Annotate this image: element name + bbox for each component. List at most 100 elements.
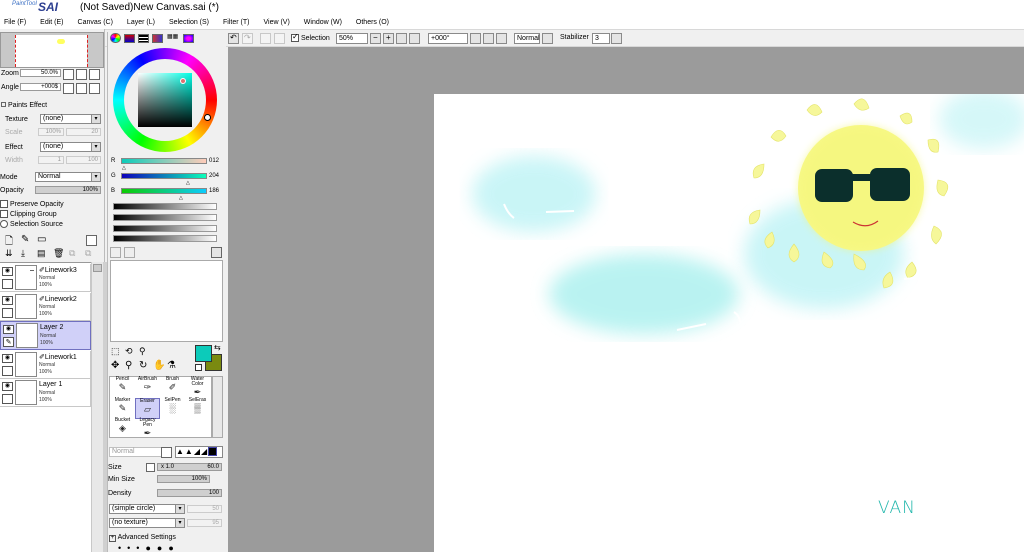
undo-button[interactable]: ↶ xyxy=(228,33,239,44)
blue-slider[interactable] xyxy=(121,188,207,194)
advanced-settings-toggle[interactable]: + Advanced Settings xyxy=(109,534,176,542)
layer-lock-toggle[interactable] xyxy=(2,279,13,289)
layer-item[interactable]: ◉ Layer 1 Normal 100% xyxy=(0,379,91,407)
menu-layer[interactable]: Layer (L) xyxy=(127,19,155,26)
gradient-bar-4[interactable] xyxy=(113,235,217,242)
apply-mask-icon[interactable]: ⧉ xyxy=(85,248,91,259)
scratchpad-button-2[interactable] xyxy=(124,247,135,258)
primary-color-swatch[interactable] xyxy=(195,345,212,362)
drawing-canvas[interactable]: VAN xyxy=(434,94,1024,552)
visibility-eye-icon[interactable]: ◉ xyxy=(3,325,14,334)
layer-item[interactable]: ◉ ✐Linework1 Normal 100% xyxy=(0,351,91,379)
redo-button[interactable]: ↷ xyxy=(242,33,253,44)
scratchpad-button-1[interactable] xyxy=(110,247,121,258)
menu-file[interactable]: File (F) xyxy=(4,19,26,26)
menu-view[interactable]: View (V) xyxy=(263,19,289,26)
nav-zoom-out-button[interactable] xyxy=(63,69,74,80)
menu-window[interactable]: Window (W) xyxy=(304,19,342,26)
color-wheel[interactable] xyxy=(113,48,217,152)
scratchpad-mode-icon[interactable] xyxy=(183,34,194,43)
nav-zoom-in-button[interactable] xyxy=(76,69,87,80)
scroll-up-button[interactable] xyxy=(93,264,102,272)
transparent-color-icon[interactable] xyxy=(195,364,202,371)
layer-item[interactable]: ◉ ✐Linework3 Normal 100% xyxy=(0,264,91,292)
edge-hard-icon[interactable] xyxy=(208,447,218,457)
navigator-preview[interactable] xyxy=(0,32,104,68)
rotate-cw-button[interactable] xyxy=(483,33,494,44)
magic-wand-icon[interactable]: ⚲ xyxy=(139,346,146,357)
tool-marker[interactable]: Marker ✎ xyxy=(110,398,135,419)
layer-lock-toggle[interactable] xyxy=(2,366,13,376)
selection-checkbox[interactable] xyxy=(291,32,299,42)
tool-water-color[interactable]: Water Color ✒ xyxy=(185,377,210,398)
move-icon[interactable]: ✥ xyxy=(111,360,119,371)
selection-toggle[interactable]: Selection xyxy=(291,32,330,42)
preserve-opacity-toggle[interactable]: Preserve Opacity xyxy=(0,200,64,208)
new-folder-icon[interactable]: ▭ xyxy=(37,234,46,245)
swatches-mode-icon[interactable]: ▦▦ xyxy=(167,34,180,43)
brush-blend-dropdown-arrow[interactable] xyxy=(161,447,172,458)
stabilizer-dropdown-button[interactable] xyxy=(611,33,622,44)
menu-selection[interactable]: Selection (S) xyxy=(169,19,209,26)
swap-colors-icon[interactable]: ⇆ xyxy=(214,343,221,352)
visibility-eye-icon[interactable]: ◉ xyxy=(2,267,13,276)
rect-select-icon[interactable]: ⬚ xyxy=(111,346,120,357)
layer-item-selected[interactable]: ◉ ✎ Layer 2 Normal 100% xyxy=(0,321,91,350)
deselect-button[interactable] xyxy=(260,33,271,44)
tool-seleras[interactable]: SelEras ▒ xyxy=(185,398,210,419)
tool-legacy-pen[interactable]: Legacy Pen ✒ xyxy=(135,418,160,439)
eyedropper-icon[interactable]: ⚗ xyxy=(167,360,176,371)
nav-rotate-cw-button[interactable] xyxy=(76,83,87,94)
red-slider[interactable] xyxy=(121,158,207,164)
width-slider[interactable]: 1 xyxy=(38,156,64,164)
layer-options-button[interactable] xyxy=(86,235,97,246)
color-picker-marker[interactable] xyxy=(180,78,186,84)
tool-grid-scrollbar[interactable] xyxy=(212,376,223,438)
rotate-ccw-button[interactable] xyxy=(470,33,481,44)
flip-button[interactable] xyxy=(542,33,553,44)
brush-shape-dropdown[interactable]: (simple circle) xyxy=(109,504,185,514)
tool-brush[interactable]: Brush ✐ xyxy=(160,377,185,398)
paints-effect-header[interactable]: Paints Effect xyxy=(1,102,47,109)
zoom-tool-icon[interactable]: ⚲ xyxy=(125,360,132,371)
rotate-reset-button[interactable] xyxy=(496,33,507,44)
blend-mode-field[interactable]: Normal xyxy=(514,33,540,44)
tool-bucket[interactable]: Bucket ◈ xyxy=(110,418,135,439)
width-num-slider[interactable]: 100 xyxy=(66,156,101,164)
tool-airbrush[interactable]: AirBrush ✑ xyxy=(135,377,160,398)
menu-canvas[interactable]: Canvas (C) xyxy=(78,19,113,26)
layer-lock-toggle[interactable] xyxy=(2,308,13,318)
rotate-tool-icon[interactable]: ↻ xyxy=(139,360,147,371)
scratchpad-menu-button[interactable] xyxy=(211,247,222,258)
density-slider[interactable]: 100 xyxy=(157,489,222,497)
nav-zoom-slider[interactable]: 50.0% xyxy=(20,69,61,77)
tool-eraser[interactable]: Eraser ▱ xyxy=(135,398,160,419)
clear-layer-icon[interactable]: ▤ xyxy=(37,248,46,259)
size-lock-toggle[interactable] xyxy=(146,463,155,472)
lasso-icon[interactable]: ⟲ xyxy=(125,346,133,357)
green-slider[interactable] xyxy=(121,173,207,179)
gray-slider-mode-icon[interactable] xyxy=(152,34,163,43)
min-size-slider[interactable]: 100% xyxy=(157,475,210,483)
tool-selpen[interactable]: SelPen ░ xyxy=(160,398,185,419)
merge-down-icon[interactable]: ⤓ xyxy=(21,248,25,259)
stabilizer-field[interactable]: 3 xyxy=(592,33,610,44)
effect-dropdown[interactable]: (none) xyxy=(40,142,101,152)
texture-dropdown[interactable]: (none) xyxy=(40,114,101,124)
hand-icon[interactable]: ✋ xyxy=(153,360,165,371)
layer-edit-pen-icon[interactable]: ✎ xyxy=(3,337,14,347)
color-wheel-mode-icon[interactable] xyxy=(110,33,121,43)
clipping-group-toggle[interactable]: Clipping Group xyxy=(0,210,57,218)
delete-layer-icon[interactable]: 🗑 xyxy=(53,248,64,259)
menu-filter[interactable]: Filter (T) xyxy=(223,19,249,26)
visibility-eye-icon[interactable]: ◉ xyxy=(2,354,13,363)
size-slider[interactable]: x 1.0 60.0 xyxy=(157,463,222,471)
layer-mask-icon[interactable]: ⧉ xyxy=(69,248,75,259)
tool-pencil[interactable]: Pencil ✎ xyxy=(110,377,135,398)
nav-angle-slider[interactable]: +000$ xyxy=(20,83,61,91)
hsv-slider-mode-icon[interactable] xyxy=(138,34,149,43)
brush-texture-dropdown[interactable]: (no texture) xyxy=(109,518,185,528)
gradient-bar-3[interactable] xyxy=(113,225,217,232)
visibility-eye-icon[interactable]: ◉ xyxy=(2,382,13,391)
brush-texture-slider[interactable]: 95 xyxy=(187,519,222,527)
